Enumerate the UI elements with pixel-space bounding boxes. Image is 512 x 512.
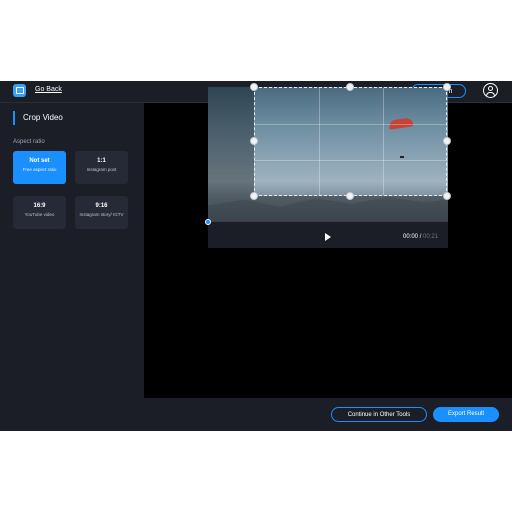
crop-handle-right[interactable] — [443, 137, 451, 145]
progress-scrubber[interactable] — [205, 219, 211, 225]
crop-handle-top-right[interactable] — [443, 83, 451, 91]
crop-handle-bottom-left[interactable] — [250, 192, 258, 200]
aspect-option-ratio: Not set — [29, 158, 50, 164]
crop-grid-line — [255, 124, 446, 125]
crop-handle-bottom-right[interactable] — [443, 192, 451, 200]
user-circle-icon[interactable] — [483, 83, 498, 98]
crop-handle-top[interactable] — [346, 83, 354, 91]
crop-outside-shade — [208, 87, 254, 222]
crop-handle-left[interactable] — [250, 137, 258, 145]
crop-outside-shade — [254, 196, 448, 222]
aspect-ratio-label: Aspect ratio — [13, 139, 45, 145]
aspect-option-desc: Free aspect ratio — [22, 167, 57, 172]
sidebar: Crop Video Aspect ratio Not set Free asp… — [0, 103, 144, 431]
panel-title: Crop Video — [13, 111, 63, 125]
aspect-option-desc: YouTube video — [24, 212, 55, 217]
crop-grid-line — [319, 88, 320, 195]
time-separator: / — [419, 234, 422, 240]
export-result-button[interactable]: Export Result — [433, 407, 499, 422]
aspect-option-ratio: 9:16 — [95, 203, 108, 209]
avatar-body — [486, 92, 495, 96]
aspect-option-ratio: 16:9 — [33, 203, 46, 209]
avatar-head — [488, 86, 493, 91]
play-icon[interactable] — [325, 233, 331, 241]
aspect-option-1-1[interactable]: 1:1 Instagram post — [75, 151, 128, 184]
app-logo-icon[interactable] — [13, 84, 26, 97]
aspect-option-not-set[interactable]: Not set Free aspect ratio — [13, 151, 66, 184]
current-time: 00:00 — [403, 234, 419, 240]
aspect-option-desc: Instagram story/ IGTV — [79, 212, 124, 217]
aspect-option-desc: Instagram post — [86, 167, 117, 172]
time-display: 00:00 / 00:21 — [403, 234, 438, 240]
crop-frame[interactable] — [254, 87, 447, 196]
crop-grid-line — [255, 160, 446, 161]
aspect-option-ratio: 1:1 — [97, 158, 106, 164]
continue-in-other-tools-button[interactable]: Continue in Other Tools — [331, 407, 427, 422]
aspect-option-16-9[interactable]: 16:9 YouTube video — [13, 196, 66, 229]
go-back-link[interactable]: Go Back — [35, 86, 62, 93]
crop-grid-line — [383, 88, 384, 195]
duration: 00:21 — [423, 234, 439, 240]
aspect-option-9-16[interactable]: 9:16 Instagram story/ IGTV — [75, 196, 128, 229]
crop-handle-bottom[interactable] — [346, 192, 354, 200]
crop-handle-top-left[interactable] — [250, 83, 258, 91]
